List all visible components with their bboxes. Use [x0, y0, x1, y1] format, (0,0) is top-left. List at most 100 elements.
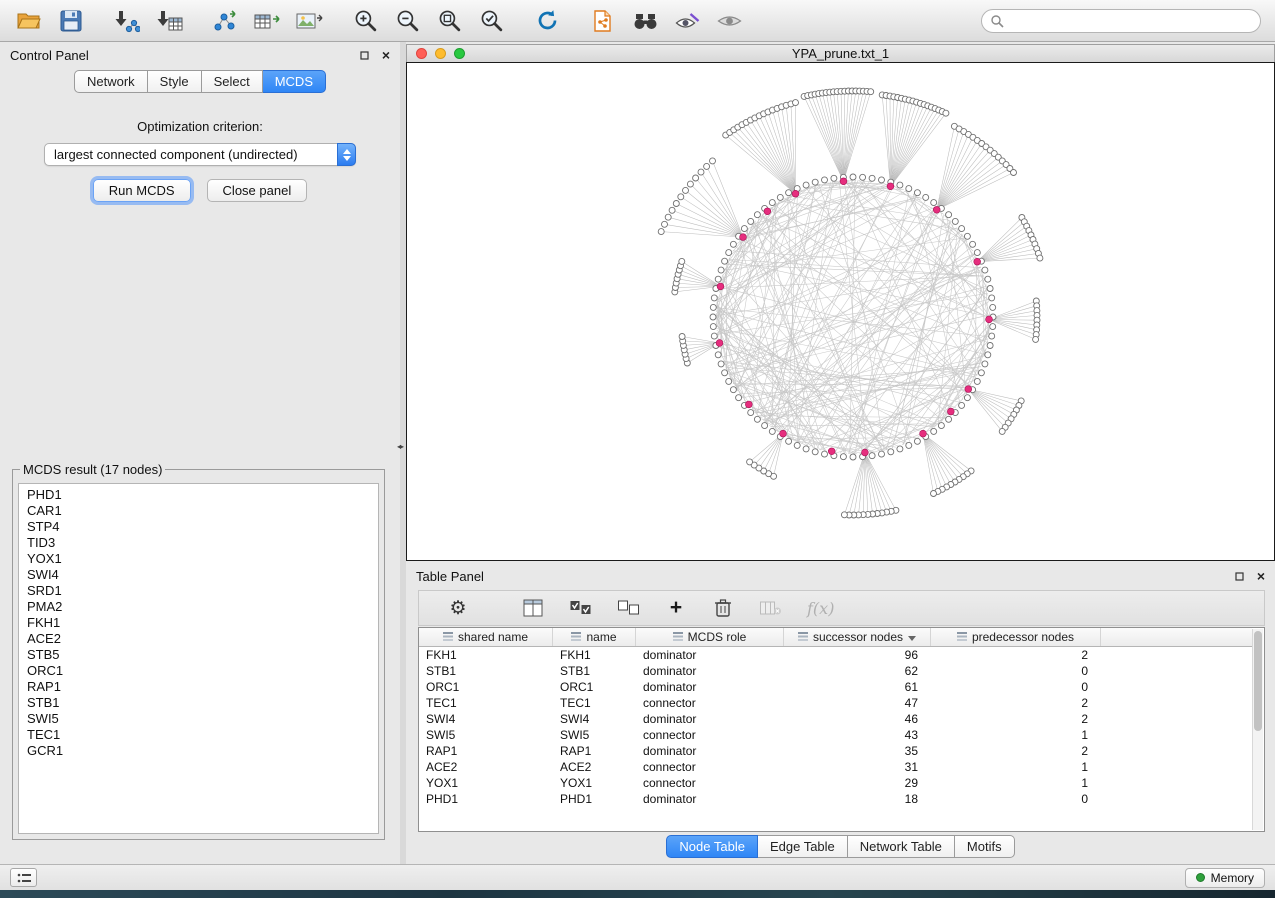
table-cell-filler [1101, 775, 1252, 791]
table-cell: STB1 [419, 663, 553, 679]
table-cell: dominator [636, 647, 784, 663]
save-icon[interactable] [56, 6, 86, 36]
table-cell: STB1 [553, 663, 636, 679]
run-mcds-button[interactable]: Run MCDS [93, 179, 191, 202]
mcds-result-list[interactable]: PHD1CAR1STP4TID3YOX1SWI4SRD1PMA2FKH1ACE2… [18, 483, 379, 834]
column-header[interactable]: predecessor nodes [931, 628, 1101, 646]
result-item[interactable]: PHD1 [19, 487, 378, 503]
import-table-icon[interactable] [154, 6, 184, 36]
result-item[interactable]: PMA2 [19, 599, 378, 615]
float-control-panel-icon[interactable] [360, 48, 369, 63]
table-row[interactable]: YOX1YOX1connector291 [419, 775, 1252, 791]
table-row[interactable]: STB1STB1dominator620 [419, 663, 1252, 679]
close-table-panel-icon[interactable]: × [1257, 571, 1265, 581]
export-image-icon[interactable] [294, 6, 324, 36]
float-table-panel-icon[interactable] [1235, 569, 1244, 584]
result-item[interactable]: RAP1 [19, 679, 378, 695]
network-canvas[interactable] [406, 62, 1275, 561]
search-input[interactable] [981, 9, 1261, 33]
tab-motifs[interactable]: Motifs [955, 835, 1015, 858]
table-cell: ACE2 [553, 759, 636, 775]
table-tabs: Node TableEdge TableNetwork TableMotifs [406, 835, 1275, 858]
table-row[interactable]: FKH1FKH1dominator962 [419, 647, 1252, 663]
close-panel-button[interactable]: Close panel [207, 179, 308, 202]
table-cell: SWI4 [419, 711, 553, 727]
clone-network-icon[interactable] [588, 6, 618, 36]
table-cell: 35 [784, 743, 931, 759]
style-eye-icon[interactable] [672, 6, 702, 36]
table-cell: dominator [636, 663, 784, 679]
table-row[interactable]: ORC1ORC1dominator610 [419, 679, 1252, 695]
find-binoculars-icon[interactable] [630, 6, 660, 36]
export-network-icon[interactable] [210, 6, 240, 36]
add-column-icon[interactable]: + [665, 599, 687, 617]
column-header-label: shared name [458, 630, 528, 644]
result-item[interactable]: TID3 [19, 535, 378, 551]
table-cell-filler [1101, 695, 1252, 711]
tab-node-table[interactable]: Node Table [666, 835, 758, 858]
table-cell: connector [636, 759, 784, 775]
table-row[interactable]: ACE2ACE2connector311 [419, 759, 1252, 775]
table-row[interactable]: TEC1TEC1connector472 [419, 695, 1252, 711]
select-all-columns-icon[interactable] [569, 600, 592, 616]
table-cell: YOX1 [419, 775, 553, 791]
table-cell-filler [1101, 727, 1252, 743]
tab-network-table[interactable]: Network Table [848, 835, 955, 858]
splitter-arrows-icon[interactable]: ◂▸ [397, 442, 403, 451]
table-row[interactable]: PHD1PHD1dominator180 [419, 791, 1252, 807]
open-file-icon[interactable] [14, 6, 44, 36]
table-settings-gear-icon[interactable]: ⚙ [447, 599, 469, 618]
panel-menu-button[interactable] [10, 868, 37, 887]
show-eye-icon[interactable] [714, 6, 744, 36]
column-header[interactable]: successor nodes [784, 628, 931, 646]
refresh-icon[interactable] [532, 6, 562, 36]
column-header[interactable]: name [553, 628, 636, 646]
result-item[interactable]: STP4 [19, 519, 378, 535]
table-row[interactable]: RAP1RAP1dominator352 [419, 743, 1252, 759]
table-cell: 1 [931, 727, 1101, 743]
result-item[interactable]: TEC1 [19, 727, 378, 743]
import-network-icon[interactable] [112, 6, 142, 36]
column-header[interactable]: MCDS role [636, 628, 784, 646]
zoom-fit-icon[interactable] [434, 6, 464, 36]
result-item[interactable]: SWI5 [19, 711, 378, 727]
table-cell: 62 [784, 663, 931, 679]
result-item[interactable]: ORC1 [19, 663, 378, 679]
memory-button[interactable]: Memory [1185, 868, 1265, 888]
tab-network[interactable]: Network [74, 70, 148, 93]
tab-mcds[interactable]: MCDS [263, 70, 326, 93]
result-item[interactable]: STB1 [19, 695, 378, 711]
table-row[interactable]: SWI4SWI4dominator462 [419, 711, 1252, 727]
result-item[interactable]: STB5 [19, 647, 378, 663]
tab-edge-table[interactable]: Edge Table [758, 835, 848, 858]
tab-select[interactable]: Select [202, 70, 263, 93]
table-cell: 2 [931, 711, 1101, 727]
table-cell: RAP1 [553, 743, 636, 759]
table-cell: SWI4 [553, 711, 636, 727]
result-item[interactable]: SWI4 [19, 567, 378, 583]
table-row[interactable]: SWI5SWI5connector431 [419, 727, 1252, 743]
result-item[interactable]: ACE2 [19, 631, 378, 647]
result-item[interactable]: YOX1 [19, 551, 378, 567]
zoom-in-icon[interactable] [350, 6, 380, 36]
delete-column-icon[interactable] [712, 598, 734, 618]
control-panel-tabs: NetworkStyleSelectMCDS [0, 70, 400, 93]
export-table-icon[interactable] [252, 6, 282, 36]
column-header[interactable]: shared name [419, 628, 553, 646]
criterion-select[interactable]: largest connected component (undirected) [44, 143, 356, 166]
result-item[interactable]: SRD1 [19, 583, 378, 599]
tab-style[interactable]: Style [148, 70, 202, 93]
close-control-panel-icon[interactable]: × [382, 50, 390, 60]
table-cell-filler [1101, 791, 1252, 807]
deselect-all-columns-icon[interactable] [617, 600, 640, 616]
zoom-selected-icon[interactable] [476, 6, 506, 36]
table-cell: 29 [784, 775, 931, 791]
table-scrollbar[interactable] [1252, 629, 1263, 830]
zoom-out-icon[interactable] [392, 6, 422, 36]
result-item[interactable]: GCR1 [19, 743, 378, 759]
scrollbar-thumb[interactable] [1254, 631, 1262, 731]
result-item[interactable]: FKH1 [19, 615, 378, 631]
show-columns-icon[interactable] [522, 599, 544, 617]
table-toolbar: ⚙ + f(x) [418, 590, 1265, 626]
result-item[interactable]: CAR1 [19, 503, 378, 519]
